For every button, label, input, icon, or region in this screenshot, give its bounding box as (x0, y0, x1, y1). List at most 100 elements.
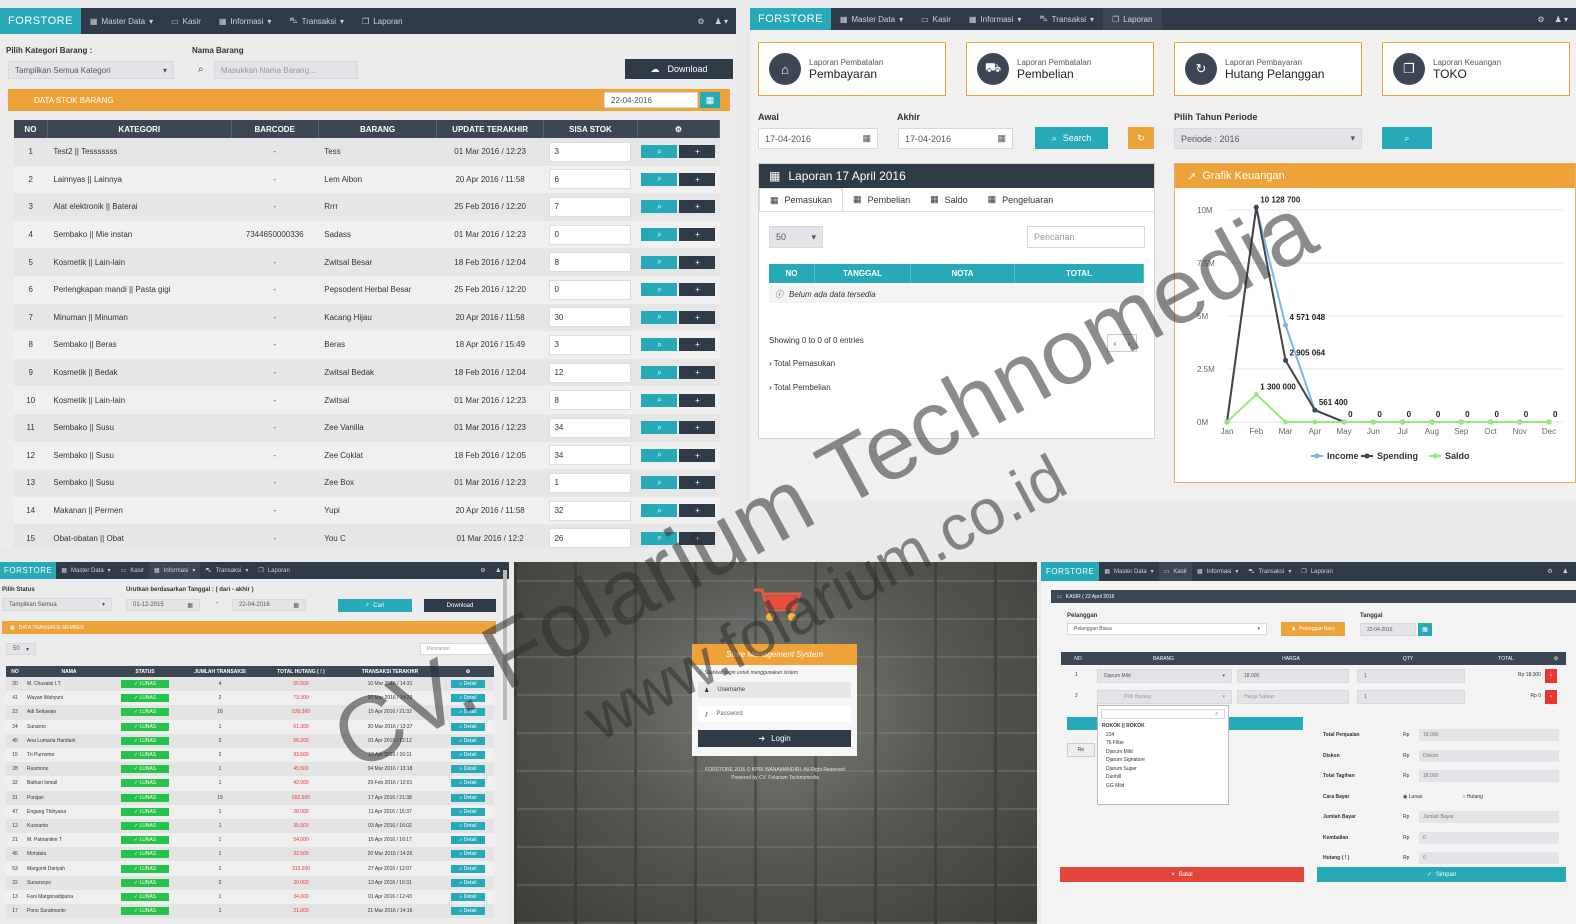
column-header[interactable]: ⚙ (442, 666, 494, 677)
pelanggan-select[interactable]: Pelanggan Biasa ▾ (1067, 623, 1267, 635)
qty-input[interactable]: 1 (1357, 690, 1465, 704)
add-stock-button[interactable]: + (679, 393, 716, 407)
detail-button[interactable]: ⌕ Detail (451, 765, 485, 774)
date-input[interactable]: 22-04-2016 (604, 92, 698, 108)
view-button[interactable]: ⌕ (641, 393, 678, 407)
add-stock-button[interactable]: + (679, 145, 716, 159)
nav-laporan[interactable]: ❐ Laporan (1296, 562, 1337, 581)
nav-laporan[interactable]: ❐ Laporan (353, 8, 412, 34)
nav-master-data[interactable]: ▦ Master Data ▾ (831, 8, 912, 30)
dropdown-option[interactable]: 76 Filter (1102, 739, 1228, 748)
nav-master-data[interactable]: ▦ Master Data ▾ (81, 8, 162, 34)
view-button[interactable]: ⌕ (641, 476, 678, 490)
add-stock-button[interactable]: + (679, 200, 716, 214)
search-button[interactable]: ⌕ Search (1035, 127, 1108, 149)
column-header[interactable]: NO (6, 666, 24, 677)
detail-button[interactable]: ⌕ Detail (451, 708, 485, 717)
detail-button[interactable]: ⌕ Detail (451, 694, 485, 703)
add-stock-button[interactable]: + (679, 531, 716, 545)
detail-button[interactable]: ⌕ Detail (451, 779, 485, 788)
column-header[interactable]: NO (769, 264, 815, 283)
batal-button[interactable]: × Batal (1060, 867, 1304, 882)
detail-button[interactable]: ⌕ Detail (451, 892, 485, 901)
settings-icon[interactable]: ⚙ (480, 567, 485, 574)
view-button[interactable]: ⌕ (641, 421, 678, 435)
add-stock-button[interactable]: + (679, 421, 716, 435)
tab-pengeluaran[interactable]: ▦ Pengeluaran (978, 188, 1064, 211)
user-icon[interactable]: ♟ (1563, 568, 1568, 575)
table-search-input[interactable]: Pencarian (1027, 226, 1145, 248)
detail-button[interactable]: ⌕ Detail (451, 736, 485, 745)
brand-logo[interactable]: FORSTORE (750, 8, 831, 30)
view-button[interactable]: ⌕ (641, 283, 678, 297)
nav-kasir[interactable]: ▭ Kasir (1158, 562, 1193, 581)
summary-value-field[interactable]: 0 (1419, 831, 1559, 844)
dropdown-option[interactable]: 234 (1102, 731, 1228, 740)
login-button[interactable]: ➜ Login (698, 730, 851, 747)
nav-laporan[interactable]: ❐ Laporan (1103, 8, 1162, 30)
detail-button[interactable]: ⌕ Detail (451, 793, 485, 802)
prev-icon[interactable]: ‹ (1114, 339, 1117, 348)
harga-input[interactable]: 18.000 (1237, 669, 1349, 683)
pay-hutang-radio[interactable]: ○ Hutang (1462, 794, 1483, 800)
brand-logo[interactable]: FORSTORE (0, 8, 81, 34)
dropdown-option[interactable]: Djarum Super (1102, 765, 1228, 774)
nav-transaksi[interactable]: ⛍ Transaksi ▾ (1243, 562, 1296, 581)
user-icon[interactable]: ♟ (496, 567, 501, 574)
column-header[interactable]: NAMA (24, 666, 114, 677)
tanggal-input[interactable]: 22-04-2016 (1360, 623, 1416, 636)
view-button[interactable]: ⌕ (641, 504, 678, 518)
summary-value-field[interactable]: 0 (1419, 852, 1559, 865)
download-button[interactable]: ☁ Download (625, 59, 733, 79)
nav-transaksi[interactable]: ⛍ Transaksi ▾ (200, 562, 253, 579)
scrollbar[interactable] (503, 570, 507, 720)
category-select[interactable]: Tampilkan Semua Kategori ▾ (8, 61, 174, 79)
dropdown-option[interactable]: Dunhill (1102, 773, 1228, 782)
detail-button[interactable]: ⌕ Detail (451, 836, 485, 845)
add-stock-button[interactable]: + (679, 228, 716, 242)
view-button[interactable]: ⌕ (641, 531, 678, 545)
pagination[interactable]: ‹ › (1107, 334, 1137, 352)
view-button[interactable]: ⌕ (641, 366, 678, 380)
delete-row-button[interactable]: × (1545, 690, 1557, 704)
barang-select[interactable]: Pilih Barang ▾ (1097, 690, 1232, 704)
nav-informasi[interactable]: ▦ Informasi ▾ (960, 8, 1030, 30)
detail-button[interactable]: ⌕ Detail (451, 878, 485, 887)
next-icon[interactable]: › (1128, 339, 1131, 348)
nav-informasi[interactable]: ▦ Informasi ▾ (210, 8, 280, 34)
username-field[interactable]: ♟ Username (698, 682, 851, 698)
period-select[interactable]: Periode : 2016 ▾ (1174, 128, 1362, 149)
column-header[interactable]: TOTAL (1015, 264, 1144, 283)
harga-input[interactable]: Harga Satuan (1237, 690, 1349, 704)
barang-select[interactable]: Djarum Mild ▾ (1097, 669, 1232, 683)
view-button[interactable]: ⌕ (641, 145, 678, 159)
column-header[interactable]: TRANSAKSI TERAKHIR (338, 666, 442, 677)
reset-button[interactable]: Re (1067, 743, 1095, 757)
view-button[interactable]: ⌕ (641, 255, 678, 269)
detail-button[interactable]: ⌕ Detail (451, 821, 485, 830)
page-size-select[interactable]: 50 ▾ (769, 226, 823, 248)
delete-row-button[interactable]: × (1545, 669, 1557, 683)
nav-master-data[interactable]: ▦ Master Data ▾ (1099, 562, 1158, 581)
status-select[interactable]: Tampilkan Semua ▾ (2, 598, 112, 611)
column-header[interactable]: JUMLAH TRANSAKSI (176, 666, 264, 677)
dropdown-option[interactable]: ROKOK || ROKOK (1102, 722, 1228, 731)
tab-saldo[interactable]: ▦ Saldo (920, 188, 978, 211)
cari-button[interactable]: ⌕ Cari (338, 599, 412, 612)
simpan-button[interactable]: ✓ Simpan (1317, 867, 1566, 882)
nav-kasir[interactable]: ▭ Kasir (912, 8, 960, 30)
column-header[interactable]: NOTA (911, 264, 1015, 283)
item-name-input[interactable]: Masukkan Nama Barang... (214, 61, 358, 79)
view-button[interactable]: ⌕ (641, 338, 678, 352)
detail-button[interactable]: ⌕ Detail (451, 807, 485, 816)
settings-icon[interactable]: ⚙ (1547, 568, 1552, 575)
password-field[interactable]: ⚷ Password (698, 706, 851, 722)
add-stock-button[interactable]: + (679, 476, 716, 490)
view-button[interactable]: ⌕ (641, 172, 678, 186)
detail-button[interactable]: ⌕ Detail (451, 907, 485, 916)
user-icon[interactable]: ♟ ▾ (715, 17, 728, 26)
dropdown-search-input[interactable]: ⌕ (1101, 709, 1225, 719)
add-stock-button[interactable]: + (679, 310, 716, 324)
nav-informasi[interactable]: ▦ Informasi ▾ (149, 562, 201, 579)
pelanggan-baru-button[interactable]: ♟ Pelanggan Baru (1281, 622, 1345, 636)
